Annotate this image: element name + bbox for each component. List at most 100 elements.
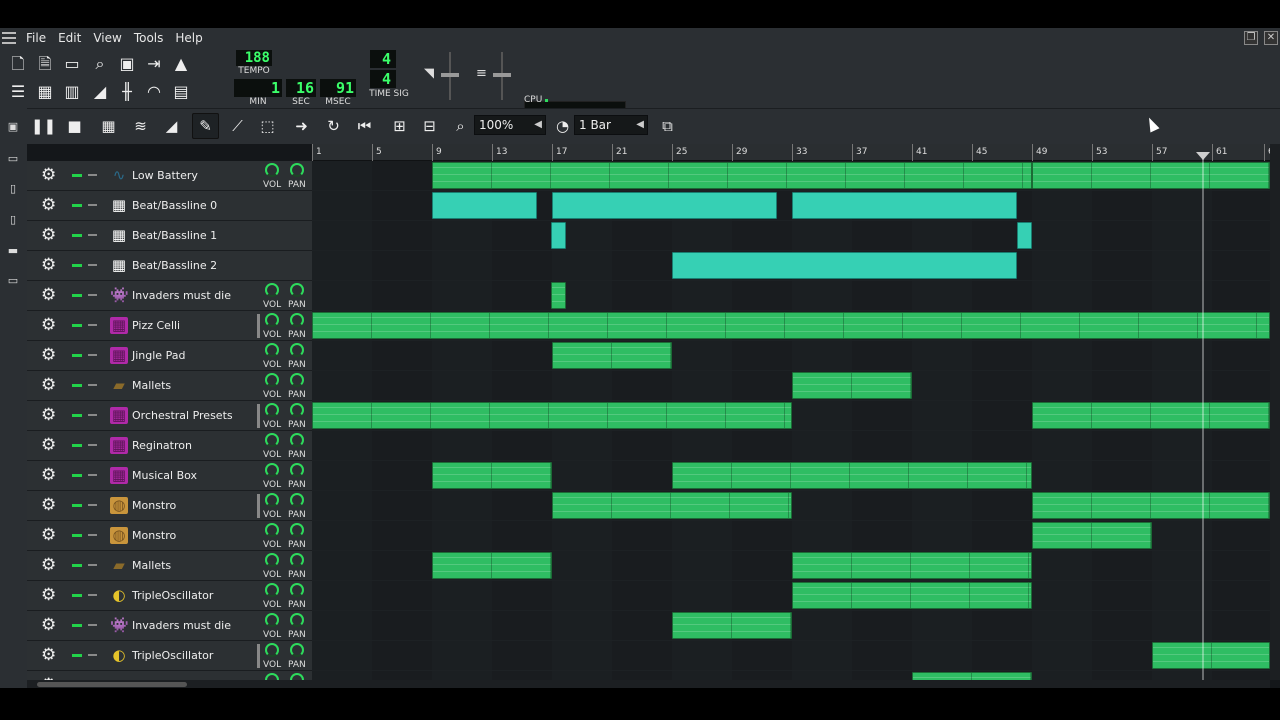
mute-button[interactable] bbox=[72, 294, 82, 297]
mute-button[interactable] bbox=[72, 444, 82, 447]
track-lane[interactable] bbox=[312, 221, 1270, 251]
export-icon[interactable]: ⇥ bbox=[142, 52, 166, 76]
remove-bar-icon[interactable]: ⊟ bbox=[416, 113, 443, 139]
track-lane[interactable] bbox=[312, 401, 1270, 431]
track-lane[interactable] bbox=[312, 251, 1270, 281]
playhead-marker[interactable] bbox=[1196, 152, 1210, 160]
pattern-clip[interactable] bbox=[912, 672, 1032, 680]
beat-bassline-clip[interactable] bbox=[1017, 222, 1032, 249]
track-name[interactable]: Mallets bbox=[132, 559, 171, 572]
volume-knob[interactable] bbox=[265, 493, 279, 507]
tempo-display[interactable]: 188 bbox=[236, 50, 272, 66]
beat-bassline-clip[interactable] bbox=[672, 252, 1017, 279]
pan-knob[interactable] bbox=[290, 373, 304, 387]
menu-file[interactable]: File bbox=[26, 31, 46, 45]
projects-icon[interactable]: ▭ bbox=[6, 152, 20, 166]
track-settings-gear-icon[interactable]: ⚙ bbox=[41, 197, 56, 214]
pattern-clip[interactable] bbox=[1032, 402, 1270, 429]
track-name[interactable]: Low Battery bbox=[132, 169, 198, 182]
track-header[interactable]: ⚙ ◍ Monstro VOL PAN bbox=[27, 521, 312, 551]
track-lane[interactable] bbox=[312, 311, 1270, 341]
mute-button[interactable] bbox=[72, 594, 82, 597]
new-from-template-icon[interactable]: 🗎 bbox=[33, 52, 57, 76]
track-lane[interactable] bbox=[312, 161, 1270, 191]
track-lane[interactable] bbox=[312, 461, 1270, 491]
solo-button[interactable] bbox=[88, 294, 97, 296]
track-settings-gear-icon[interactable]: ⚙ bbox=[41, 377, 56, 394]
menu-help[interactable]: Help bbox=[175, 31, 202, 45]
pattern-clip[interactable] bbox=[792, 552, 1032, 579]
controller-rack-icon[interactable]: ◠ bbox=[142, 80, 166, 104]
beat-bassline-icon[interactable]: ▦ bbox=[33, 80, 57, 104]
track-header[interactable]: ⚙ ▦ Reginatron VOL PAN bbox=[27, 431, 312, 461]
insert-bar-icon[interactable]: ⊞ bbox=[386, 113, 413, 139]
waveform-icon[interactable]: ∿ bbox=[110, 167, 128, 184]
solo-button[interactable] bbox=[88, 174, 97, 176]
track-settings-gear-icon[interactable]: ⚙ bbox=[41, 557, 56, 574]
solo-button[interactable] bbox=[88, 384, 97, 386]
stop-icon[interactable]: ■ bbox=[61, 113, 88, 139]
track-settings-gear-icon[interactable]: ⚙ bbox=[41, 527, 56, 544]
track-header[interactable]: ⚙ ◐ TripleOscillator VOL PAN bbox=[27, 581, 312, 611]
track-header[interactable]: ⚙ ▰ Mallets VOL PAN bbox=[27, 551, 312, 581]
grid-icon[interactable]: ▦ bbox=[110, 197, 128, 214]
grid-icon[interactable]: ▦ bbox=[110, 257, 128, 274]
master-volume-handle[interactable] bbox=[441, 73, 459, 77]
pattern-clip[interactable] bbox=[552, 342, 672, 369]
solo-button[interactable] bbox=[88, 534, 97, 536]
track-header[interactable]: ⚙ 👾 Invaders must die VOL PAN bbox=[27, 281, 312, 311]
pan-knob[interactable] bbox=[290, 493, 304, 507]
beat-bassline-clip[interactable] bbox=[552, 192, 777, 219]
horizontal-scrollbar[interactable] bbox=[27, 680, 1270, 688]
track-lane[interactable] bbox=[312, 581, 1270, 611]
pan-knob[interactable] bbox=[290, 583, 304, 597]
quantize-select[interactable]: 1 Bar ◀ bbox=[574, 115, 648, 135]
pattern-clip[interactable] bbox=[1032, 522, 1152, 549]
track-lane[interactable] bbox=[312, 521, 1270, 551]
recent-search-icon[interactable]: ⌕ bbox=[88, 52, 112, 76]
monstro-icon[interactable]: ◍ bbox=[110, 497, 128, 514]
beat-bassline-clip[interactable] bbox=[432, 192, 537, 219]
mallets-icon[interactable]: ▰ bbox=[110, 557, 128, 574]
solo-button[interactable] bbox=[88, 204, 97, 206]
volume-knob[interactable] bbox=[265, 283, 279, 297]
track-header[interactable]: ⚙ ▦ Jingle Pad VOL PAN bbox=[27, 341, 312, 371]
home-folder-icon[interactable]: ▬ bbox=[6, 244, 20, 258]
stop-behavior-icon[interactable]: ⏮ bbox=[351, 113, 378, 139]
track-name[interactable]: Mallets bbox=[132, 379, 171, 392]
pan-knob[interactable] bbox=[290, 163, 304, 177]
soundfont-icon[interactable]: ▦ bbox=[110, 467, 128, 484]
solo-button[interactable] bbox=[88, 624, 97, 626]
pattern-clip[interactable] bbox=[552, 492, 792, 519]
auto-scroll-icon[interactable]: ➜ bbox=[288, 113, 315, 139]
mute-button[interactable] bbox=[72, 564, 82, 567]
track-header[interactable]: ⚙◐VOLPAN bbox=[27, 671, 312, 680]
track-name[interactable]: Reginatron bbox=[132, 439, 192, 452]
add-sample-track-icon[interactable]: ≋ bbox=[127, 113, 154, 139]
track-lane[interactable] bbox=[312, 371, 1270, 401]
track-name[interactable]: Invaders must die bbox=[132, 619, 231, 632]
pattern-clip[interactable] bbox=[432, 462, 552, 489]
project-notes-icon[interactable]: ▤ bbox=[169, 80, 193, 104]
track-name[interactable]: TripleOscillator bbox=[132, 589, 213, 602]
mute-button[interactable] bbox=[72, 534, 82, 537]
track-settings-gear-icon[interactable]: ⚙ bbox=[41, 317, 56, 334]
computer-icon[interactable]: ▭ bbox=[6, 274, 20, 288]
pan-knob[interactable] bbox=[290, 313, 304, 327]
timeline-ruler[interactable]: 159131721252933374145495357616 bbox=[312, 144, 1274, 161]
menu-tools[interactable]: Tools bbox=[134, 31, 164, 45]
track-settings-gear-icon[interactable]: ⚙ bbox=[41, 257, 56, 274]
track-name[interactable]: Beat/Bassline 1 bbox=[132, 229, 217, 242]
track-lane[interactable] bbox=[312, 491, 1270, 521]
soundfont-icon[interactable]: ▦ bbox=[110, 407, 128, 424]
pattern-clip[interactable] bbox=[432, 162, 1032, 189]
track-header[interactable]: ⚙ ▦ Beat/Bassline 2 bbox=[27, 251, 312, 281]
instrument-plugins-icon[interactable]: ▣ bbox=[6, 120, 20, 134]
mute-button[interactable] bbox=[72, 384, 82, 387]
volume-knob[interactable] bbox=[265, 403, 279, 417]
song-editor-icon[interactable]: ☰ bbox=[6, 80, 30, 104]
solo-button[interactable] bbox=[88, 354, 97, 356]
timesig-denominator[interactable]: 4 bbox=[370, 70, 396, 88]
restore-icon[interactable]: ❐ bbox=[1244, 31, 1258, 45]
pan-knob[interactable] bbox=[290, 463, 304, 477]
